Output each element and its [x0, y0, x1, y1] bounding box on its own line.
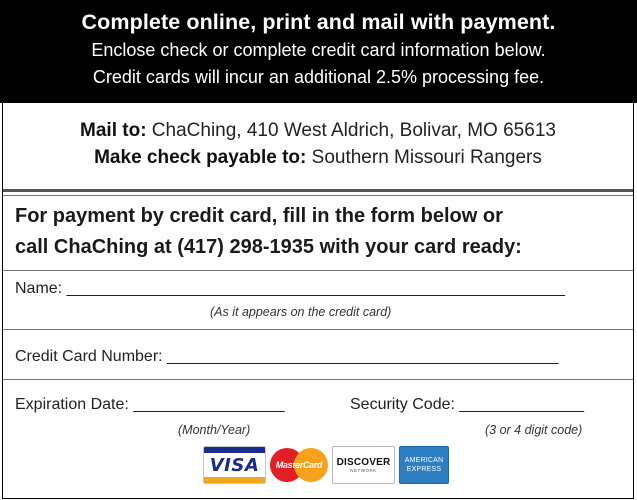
instructions-header: Complete online, print and mail with pay…	[0, 0, 637, 103]
header-title: Complete online, print and mail with pay…	[81, 10, 556, 34]
credit-card-heading-line1: For payment by credit card, fill in the …	[15, 205, 503, 227]
mailing-instructions: Mail to: ChaChing, 410 West Aldrich, Bol…	[3, 117, 633, 171]
header-line-fee: Credit cards will incur an additional 2.…	[92, 67, 545, 87]
divider-name	[3, 329, 633, 330]
visa-logo-icon: VISA	[203, 446, 266, 484]
payable-to-name: Southern Missouri Rangers	[306, 147, 542, 168]
mail-to-label: Mail to:	[80, 120, 147, 141]
discover-logo-subtext: NETWORK	[350, 468, 377, 473]
cardholder-name-hint: (As it appears on the credit card)	[210, 305, 392, 319]
cardholder-name-field[interactable]: Name: __________________________________…	[15, 279, 565, 299]
visa-logo-text: VISA	[209, 454, 260, 476]
amex-logo-line2: EXPRESS	[406, 466, 442, 473]
credit-card-heading-line2: call ChaChing at (417) 298-1935 with you…	[15, 236, 522, 258]
expiration-date-field[interactable]: Expiration Date: _________________	[15, 395, 285, 415]
discover-logo-text: DISCOVER	[336, 457, 391, 468]
security-code-field[interactable]: Security Code: ______________	[350, 395, 584, 415]
payable-line: Make check payable to: Southern Missouri…	[3, 144, 633, 171]
expiration-date-hint: (Month/Year)	[178, 423, 251, 437]
credit-card-heading: For payment by credit card, fill in the …	[15, 201, 627, 263]
mail-to-address: ChaChing, 410 West Aldrich, Bolivar, MO …	[146, 120, 556, 141]
accepted-cards: VISA MasterCard DISCOVER NETWORK AMERICA…	[203, 445, 449, 485]
card-number-field[interactable]: Credit Card Number: ____________________…	[15, 347, 559, 367]
payable-label: Make check payable to:	[94, 147, 307, 168]
mastercard-logo-icon: MasterCard	[270, 446, 328, 484]
divider-heading	[3, 270, 633, 271]
mastercard-logo-text: MasterCard	[275, 460, 323, 470]
double-divider	[3, 189, 633, 196]
security-code-hint: (3 or 4 digit code)	[485, 423, 583, 437]
payment-form-page: Complete online, print and mail with pay…	[0, 0, 637, 500]
header-line-check: Enclose check or complete credit card in…	[91, 40, 546, 60]
discover-logo-icon: DISCOVER NETWORK	[332, 446, 395, 484]
divider-number	[3, 379, 633, 380]
amex-logo-icon: AMERICAN EXPRESS	[399, 446, 449, 484]
mail-to-line: Mail to: ChaChing, 410 West Aldrich, Bol…	[3, 117, 633, 144]
payment-box: Mail to: ChaChing, 410 West Aldrich, Bol…	[2, 103, 634, 499]
amex-logo-line1: AMERICAN	[404, 457, 444, 464]
